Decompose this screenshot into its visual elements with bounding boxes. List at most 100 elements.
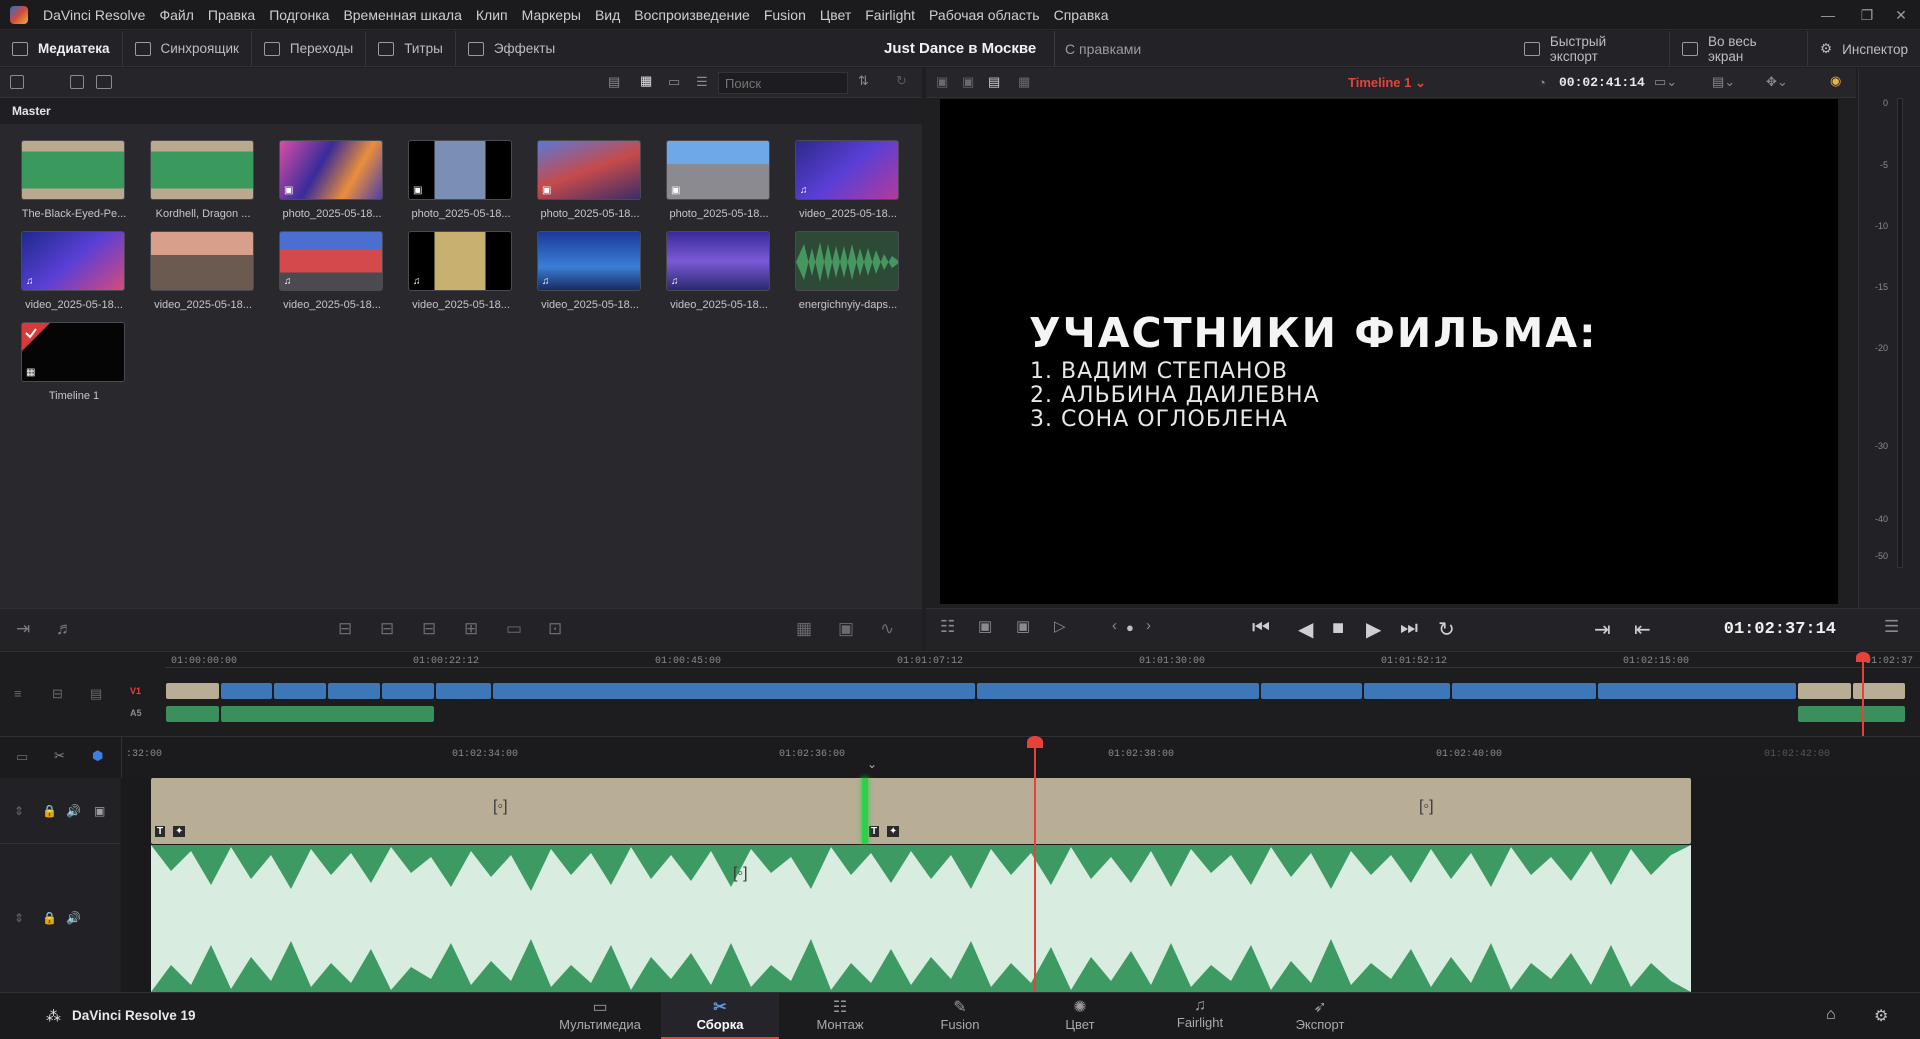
video-clip[interactable] — [1853, 683, 1905, 699]
menu-edit[interactable]: Правка — [201, 0, 262, 30]
page-color[interactable]: ✺ Цвет — [1021, 993, 1139, 1039]
source-viewer-icon[interactable]: ▣ — [962, 74, 974, 90]
menu-timeline[interactable]: Временная шкала — [336, 0, 468, 30]
collapse-icon[interactable]: ⇕ — [14, 911, 24, 925]
loop-icon[interactable]: ↻ — [1438, 617, 1455, 642]
overlay-icon[interactable]: ▤⌄ — [1712, 74, 1735, 90]
video-clip[interactable] — [382, 683, 434, 699]
clip-photo[interactable]: ▣ photo_2025-05-18... — [279, 140, 385, 220]
video-clip[interactable] — [1598, 683, 1796, 699]
page-fairlight[interactable]: ♫ Fairlight — [1141, 993, 1259, 1039]
clip-photo[interactable]: ▣ photo_2025-05-18... — [666, 140, 772, 220]
video-clip[interactable] — [1261, 683, 1362, 699]
page-cut[interactable]: ✂ Сборка — [661, 993, 779, 1039]
menu-fusion[interactable]: Fusion — [757, 0, 813, 30]
video-toggle-icon[interactable]: ▣ — [94, 804, 105, 818]
search-input[interactable] — [718, 72, 848, 94]
play-icon[interactable]: ▶ — [1366, 617, 1381, 642]
sync-icon[interactable]: ↻ — [896, 73, 907, 89]
sync-bin-button[interactable]: Синхроящик — [123, 30, 252, 67]
clip-video[interactable]: ♫ video_2025-05-18... — [21, 231, 127, 311]
video-clip[interactable] — [977, 683, 1259, 699]
strip-view-icon[interactable]: ▭ — [668, 74, 680, 90]
play-mode-icon[interactable]: ▷ — [1054, 617, 1066, 635]
quick-export-button[interactable]: Быстрый экспорт — [1512, 31, 1671, 67]
transitions-button[interactable]: Переходы — [252, 30, 367, 67]
marker-flag-icon[interactable]: ⬢ — [92, 748, 103, 764]
clip-timeline[interactable]: ▦ Timeline 1 — [21, 322, 127, 402]
viewer-mode-icon[interactable]: ▣ — [936, 74, 948, 90]
audio-clip-a5[interactable]: [◦] — [151, 845, 1691, 992]
sidebar-toggle-icon[interactable] — [10, 75, 24, 89]
stop-icon[interactable]: ■ — [1332, 617, 1344, 640]
titles-button[interactable]: Титры — [366, 30, 456, 67]
menu-view[interactable]: Вид — [588, 0, 627, 30]
clip-audio[interactable]: Kordhell, Dragon ... — [150, 140, 256, 220]
page-deliver[interactable]: ➶ Экспорт — [1261, 993, 1379, 1039]
insert-audio-icon[interactable]: ♬ — [56, 619, 73, 639]
new-bin-icon[interactable] — [70, 75, 84, 89]
menu-color[interactable]: Цвет — [813, 0, 858, 30]
clip-video[interactable]: ♫ video_2025-05-18... — [537, 231, 643, 311]
page-fusion[interactable]: ✎ Fusion — [901, 993, 1019, 1039]
lower-playhead-handle[interactable] — [1027, 736, 1043, 748]
menu-mark[interactable]: Маркеры — [515, 0, 588, 30]
reverse-play-icon[interactable]: ◀ — [1298, 617, 1313, 642]
audio-clip[interactable] — [166, 706, 219, 722]
list-view-icon[interactable]: ▤ — [608, 74, 620, 90]
track-layout-icon[interactable]: ▤ — [90, 686, 102, 702]
next-frame-nav-icon[interactable]: › — [1146, 617, 1151, 634]
home-icon[interactable]: ⌂ — [1826, 1006, 1836, 1024]
color-wheel-icon[interactable]: ◉ — [1830, 73, 1841, 89]
lock-icon[interactable]: 🔒 — [42, 804, 57, 818]
clip-audio[interactable]: The-Black-Eyed-Pe... — [21, 140, 127, 220]
edit-point-marker[interactable] — [862, 778, 868, 844]
clip-video[interactable]: ♫ video_2025-05-18... — [279, 231, 385, 311]
clip-video[interactable]: ♫ video_2025-05-18... — [408, 231, 514, 311]
scissors-icon[interactable]: ✂ — [54, 748, 65, 764]
transform-icon[interactable]: ✥⌄ — [1766, 74, 1788, 90]
fullscreen-button[interactable]: Во весь экран — [1670, 31, 1809, 67]
new-timeline-icon[interactable] — [96, 75, 112, 89]
title-clip-track[interactable]: [◦] T ✦ [◦] T ✦ — [151, 778, 1691, 844]
ripple-overwrite-icon[interactable]: ⊟ — [422, 619, 436, 639]
effects-button[interactable]: Эффекты — [456, 31, 567, 67]
jump-start-icon[interactable]: ⏮ — [1252, 617, 1270, 640]
audio-detail-icon[interactable]: ▦ — [796, 619, 812, 639]
clip-video[interactable]: ♫ video_2025-05-18... — [795, 140, 901, 220]
video-clip[interactable] — [166, 683, 219, 699]
video-clip[interactable] — [1364, 683, 1450, 699]
lock-icon[interactable]: 🔒 — [42, 911, 57, 925]
thumbnail-view-icon[interactable]: ▦ — [640, 73, 652, 89]
media-pool-button[interactable]: Медиатека — [0, 30, 123, 67]
menu-trim[interactable]: Подгонка — [262, 0, 336, 30]
menu-playback[interactable]: Воспроизведение — [627, 0, 757, 30]
split-viewer-icon[interactable]: ▦ — [1018, 74, 1030, 90]
append-icon[interactable]: ⇥ — [16, 619, 30, 639]
close-up-icon[interactable]: ⊞ — [464, 619, 478, 639]
video-clip[interactable] — [221, 683, 272, 699]
zoom-icon[interactable]: ▭⌄ — [1654, 74, 1677, 90]
audio-clip[interactable] — [1798, 706, 1905, 722]
lower-playhead[interactable] — [1034, 736, 1036, 992]
timeline-view-icon[interactable]: ▭ — [16, 749, 28, 765]
video-detail-icon[interactable]: ▣ — [838, 619, 854, 639]
sort-icon[interactable]: ⇅ — [858, 73, 869, 89]
clip-photo[interactable]: ▣ photo_2025-05-18... — [408, 140, 514, 220]
clip-waveform[interactable]: energichnyiy-daps... — [795, 231, 901, 311]
speaker-icon[interactable]: 🔊 — [66, 804, 81, 818]
place-on-top-icon[interactable]: ▭ — [506, 619, 522, 639]
safe-area-icon[interactable]: ▣ — [978, 617, 992, 635]
poi-icon[interactable]: ▣ — [1016, 617, 1030, 635]
prev-frame-nav-icon[interactable]: ‹ — [1112, 617, 1117, 634]
upper-playhead-handle[interactable] — [1856, 652, 1870, 662]
menu-help[interactable]: Справка — [1047, 0, 1116, 30]
menu-workspace[interactable]: Рабочая область — [922, 0, 1047, 30]
source-overwrite-icon[interactable]: ⊡ — [548, 619, 562, 639]
video-clip[interactable] — [274, 683, 326, 699]
menu-icon[interactable]: ☰ — [1884, 617, 1899, 637]
settings-gear-icon[interactable]: ⚙ — [1874, 1006, 1888, 1026]
next-edit-icon[interactable]: ⇥ — [1594, 617, 1611, 642]
waveform-detail-icon[interactable]: ∿ — [880, 619, 894, 639]
upper-playhead[interactable] — [1862, 658, 1864, 737]
